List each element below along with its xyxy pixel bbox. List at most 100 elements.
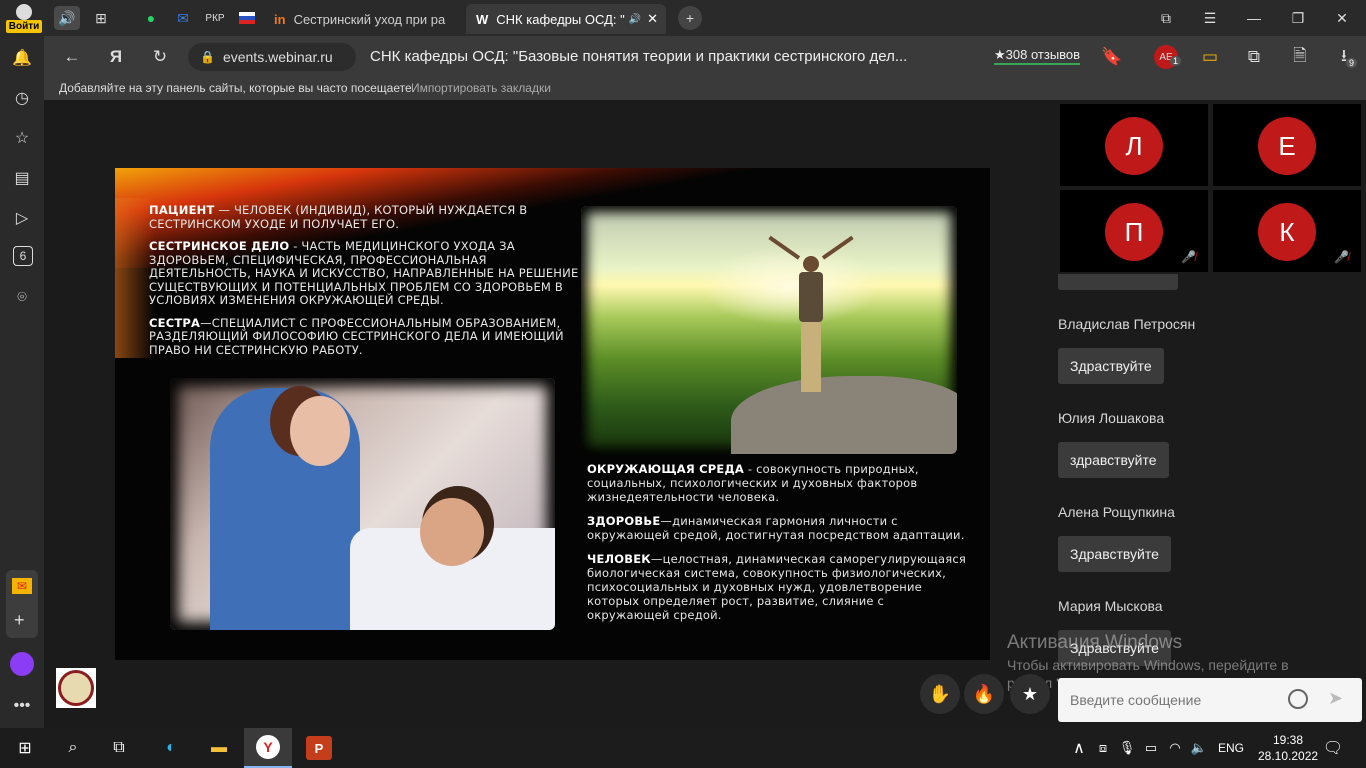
flag-ru-icon[interactable] (234, 6, 260, 30)
yandex-icon[interactable]: Я (104, 45, 128, 69)
mail-tab-icon[interactable]: ✉ (170, 6, 196, 30)
minimize-button[interactable]: — (1240, 6, 1268, 30)
powerpoint-icon[interactable]: P (306, 736, 332, 760)
definition-environment: Окружающая среда - совокупность природны… (587, 462, 919, 504)
chat-message: здравствуйте (1058, 442, 1169, 478)
send-icon[interactable]: ➤ (1328, 688, 1343, 709)
chat-bubble-partial (1058, 274, 1178, 290)
fire-reaction-button[interactable]: 🔥 (964, 674, 1004, 714)
microphone-icon[interactable]: 🎙 (1114, 736, 1140, 760)
profile-icon (16, 4, 32, 20)
url-pill[interactable]: 🔒 events.webinar.ru (188, 43, 356, 71)
wifi-icon[interactable]: ◠ (1162, 736, 1188, 760)
more-icon[interactable]: ••• (10, 694, 34, 718)
definitions-block-2: Окружающая среда - совокупность природны… (587, 462, 967, 622)
new-tab-button[interactable]: + (678, 6, 702, 30)
nurse-photo (170, 378, 555, 630)
sidebar-badge[interactable]: 6 (13, 246, 33, 266)
restore-button[interactable]: ❐ (1284, 6, 1312, 30)
notifications-icon[interactable]: 🗨 (1320, 736, 1346, 760)
participant-tile[interactable]: К 🎤̸ (1213, 190, 1361, 272)
mic-off-icon: 🎤̸ (1181, 250, 1196, 264)
browser-sidebar: 🔔 ◷ ☆ ▤ ▷ 6 ⌾ ✉ + ••• (0, 36, 44, 728)
menu-icon[interactable]: ☰ (1196, 6, 1224, 30)
tab-inactive[interactable]: in Сестринский уход при ра (268, 4, 458, 34)
bell-icon[interactable]: 🔔 (10, 46, 34, 70)
mail-app[interactable]: ✉ + (6, 570, 38, 638)
emoji-icon[interactable] (1288, 689, 1308, 709)
reviews-link[interactable]: ★308 отзывов (994, 47, 1081, 65)
extension-badge: 1 (1170, 56, 1182, 66)
chat-author: Владислав Петросян (1058, 316, 1196, 332)
battery-icon[interactable]: ▭ (1198, 45, 1222, 69)
tab-active[interactable]: W СНК кафедры ОСД: " 🔊 ✕ (466, 4, 666, 34)
add-icon: + (14, 610, 25, 630)
browser-tab-strip: Войти 🔊 ⊞ ● ✉ РКР in Сестринский уход пр… (0, 0, 1366, 36)
clock-date: 28.10.2022 (1258, 749, 1319, 763)
bookmark-icon[interactable]: 🔖 (1100, 45, 1124, 69)
star-reaction-button[interactable]: ★ (1010, 674, 1050, 714)
document-icon[interactable]: 🗎 (1288, 45, 1312, 69)
watermark-title: Активация Windows (1007, 632, 1183, 653)
login-button[interactable]: Войти (6, 2, 42, 34)
reload-icon[interactable]: ↻ (148, 45, 172, 69)
patient-head (420, 498, 484, 566)
windows-start-icon[interactable]: ⊞ (12, 736, 38, 760)
clock[interactable]: 19:38 28.10.2022 (1258, 732, 1318, 764)
login-label: Войти (6, 20, 42, 33)
rock (731, 376, 957, 454)
message-input[interactable] (1068, 688, 1272, 712)
chevron-up-icon[interactable]: ∧ (1066, 736, 1092, 760)
avatar: Л (1105, 117, 1163, 175)
emblem-icon (58, 670, 94, 706)
page-title: СНК кафедры ОСД: "Базовые понятия теории… (370, 48, 908, 65)
new-group-icon[interactable]: ⊞ (88, 6, 114, 30)
translate-icon[interactable]: ⧉ (1242, 45, 1266, 69)
language-indicator[interactable]: ENG (1218, 741, 1244, 755)
participant-tile[interactable]: Л (1060, 104, 1208, 186)
bookmarks-bar: Добавляйте на эту панель сайты, которые … (44, 78, 1366, 100)
search-icon[interactable]: ⌕ (60, 736, 86, 760)
screenshot-icon[interactable]: ⌾ (10, 286, 34, 310)
definition-nursing: Сестринское дело - часть медицинского ух… (149, 239, 579, 307)
close-icon[interactable]: ✕ (647, 11, 658, 27)
chat-input-box[interactable]: ➤ (1058, 678, 1362, 722)
clock-time: 19:38 (1272, 733, 1304, 747)
back-icon[interactable]: ← (60, 45, 84, 69)
participant-tile[interactable]: Е (1213, 104, 1361, 186)
bookmarks-hint: Добавляйте на эту панель сайты, которые … (59, 81, 415, 95)
star-icon[interactable]: ☆ (10, 126, 34, 150)
volume-icon[interactable]: 🔈 (1186, 736, 1212, 760)
sound-icon[interactable]: 🔊 (54, 6, 80, 30)
mic-off-icon: 🎤̸ (1334, 250, 1349, 264)
play-icon[interactable]: ▷ (10, 206, 34, 230)
task-view-icon[interactable]: ⧉ (106, 736, 132, 760)
camera-icon[interactable]: ⧈ (1090, 736, 1116, 760)
lock-icon: 🔒 (200, 50, 215, 64)
hiker-figure (768, 235, 854, 396)
participant-tile[interactable]: П 🎤̸ (1060, 190, 1208, 272)
whatsapp-icon[interactable]: ● (138, 6, 164, 30)
raise-hand-button[interactable]: ✋ (920, 674, 960, 714)
watermark-line: Чтобы активировать Windows, перейдите в (1007, 657, 1289, 673)
chat-author: Мария Мыскова (1058, 598, 1163, 614)
import-bookmarks-link[interactable]: Импортировать закладки (411, 81, 551, 95)
address-bar: ← Я ↻ 🔒 events.webinar.ru СНК кафедры ОС… (44, 36, 1366, 78)
definition-human: Человек—целостная, динамическая саморегу… (587, 552, 966, 622)
webinar-page: Пациент — человек (индивид), который нуж… (44, 100, 1366, 728)
definition-nurse: Сестра—специалист с профессиональным обр… (149, 315, 564, 357)
rkr-tab[interactable]: РКР (202, 6, 228, 30)
chat-message: Здравствуйте (1058, 536, 1171, 572)
download-badge: 9 (1346, 58, 1358, 68)
collections-icon[interactable]: ⧉ (1152, 6, 1180, 30)
yandex-browser-icon[interactable]: Y (244, 728, 292, 768)
close-window-button[interactable]: ✕ (1328, 6, 1356, 30)
notes-icon[interactable]: ▤ (10, 166, 34, 190)
in-icon: in (274, 11, 286, 27)
definition-health: Здоровье—динамическая гармония личности … (587, 514, 965, 542)
alice-icon[interactable] (10, 652, 34, 676)
edge-icon[interactable]: ◐ (158, 736, 184, 760)
history-icon[interactable]: ◷ (10, 86, 34, 110)
battery-icon[interactable]: ▭ (1138, 736, 1164, 760)
explorer-icon[interactable]: ▬ (206, 736, 232, 760)
